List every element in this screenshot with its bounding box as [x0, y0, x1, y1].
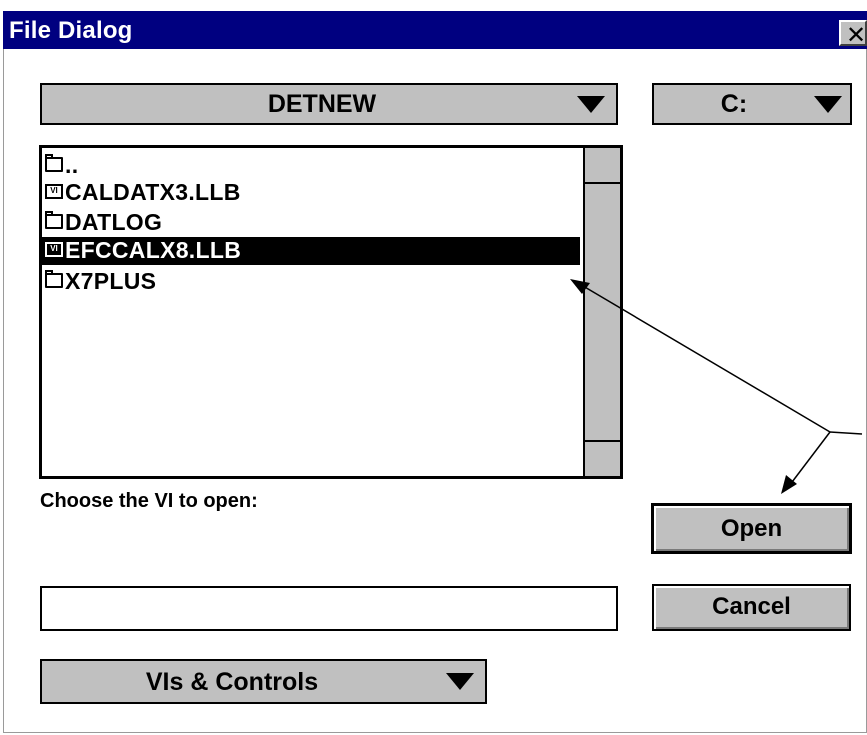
file-type-dropdown-value: VIs & Controls	[145, 668, 319, 696]
drive-dropdown-value: C:	[720, 90, 748, 118]
cancel-button-label: Cancel	[712, 593, 791, 620]
filename-input[interactable]	[40, 586, 618, 631]
title-bar[interactable]: File Dialog ✕	[3, 11, 867, 49]
list-item-label: X7PLUS	[65, 268, 157, 294]
chevron-down-icon	[446, 673, 474, 690]
list-item-selected[interactable]: VI EFCCALX8.LLB	[42, 237, 580, 265]
list-item-label: CALDATX3.LLB	[65, 179, 241, 205]
vi-library-icon: VI	[45, 242, 63, 257]
open-button-label: Open	[720, 515, 783, 542]
cancel-button[interactable]: Cancel	[652, 584, 851, 631]
drive-dropdown[interactable]: C:	[652, 83, 852, 125]
list-item[interactable]: DATLOG	[42, 209, 580, 237]
window-title: File Dialog	[9, 17, 133, 44]
list-item[interactable]: ..	[42, 152, 580, 180]
list-item-label: ..	[65, 152, 79, 178]
open-folder-icon	[45, 154, 63, 172]
chevron-down-icon	[814, 96, 842, 113]
list-item-label: EFCCALX8.LLB	[65, 237, 242, 263]
folder-icon	[45, 211, 63, 229]
folder-dropdown-value: DETNEW	[267, 90, 377, 118]
close-icon: ✕	[846, 22, 867, 49]
file-list[interactable]: .. VI CALDATX3.LLB DATLOG VI EFCCALX8.LL…	[39, 145, 623, 479]
open-button[interactable]: Open	[651, 503, 852, 554]
folder-dropdown[interactable]: DETNEW	[40, 83, 618, 125]
list-item-label: DATLOG	[65, 209, 163, 235]
list-item[interactable]: X7PLUS	[42, 268, 580, 296]
vi-library-icon: VI	[45, 184, 63, 199]
folder-icon	[45, 270, 63, 288]
file-type-dropdown[interactable]: VIs & Controls	[40, 659, 487, 704]
list-item[interactable]: VI CALDATX3.LLB	[42, 179, 580, 207]
scroll-up-button[interactable]	[585, 148, 620, 184]
prompt-label: Choose the VI to open:	[40, 490, 258, 512]
close-button[interactable]: ✕	[839, 20, 867, 49]
vertical-scrollbar[interactable]	[583, 148, 620, 476]
chevron-down-icon	[577, 96, 605, 113]
scroll-down-button[interactable]	[585, 440, 620, 476]
